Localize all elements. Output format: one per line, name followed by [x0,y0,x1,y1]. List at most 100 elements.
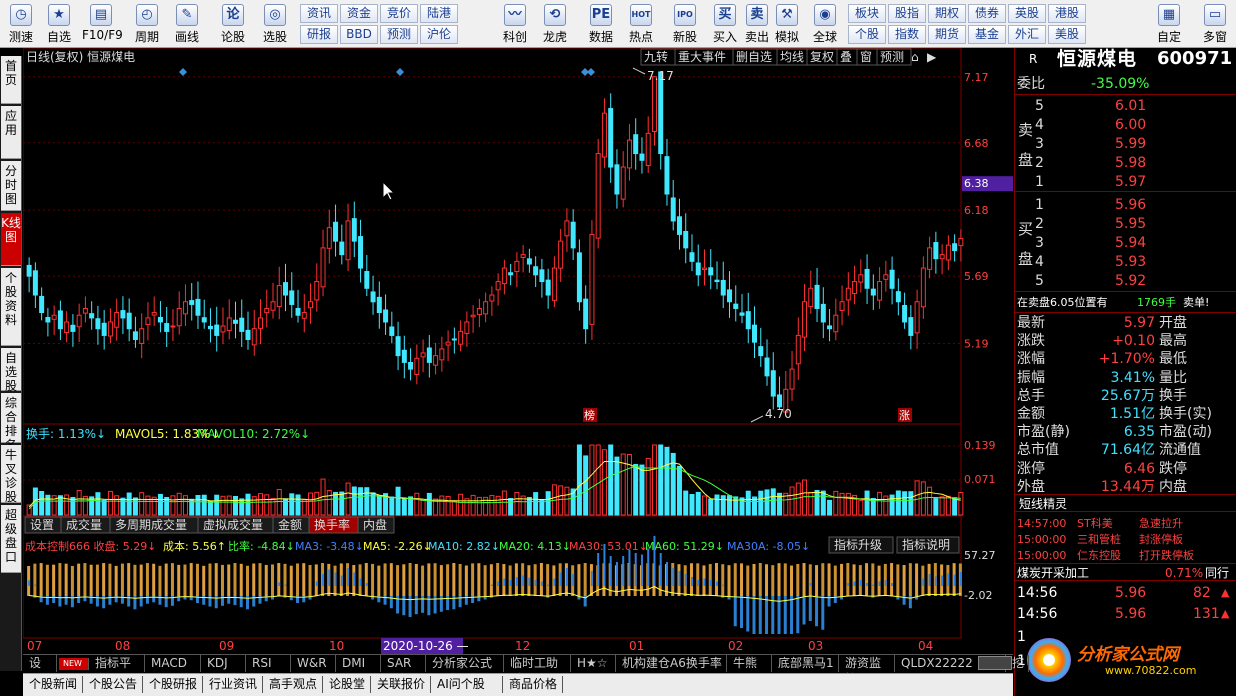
toolbar-btn-3[interactable]: ◴ 周期 [128,2,166,46]
toolbar-btn-9[interactable]: PE 数据 [582,2,620,46]
sell-level-price-3[interactable]: 5.98 [1115,154,1146,172]
leftnav-item-6[interactable]: 综合排名 [1,393,21,452]
toolbar-btn-7[interactable]: 〰科创 [496,2,534,46]
bottom-tab2-7[interactable]: AI问个股 [433,676,503,693]
toolbar-small-top-1[interactable]: 资金 [340,4,378,23]
toolbar-small-top-2[interactable]: 竞价 [380,4,418,23]
toolbar-small-bot-6[interactable]: 期货 [928,25,966,44]
toolbar-small-top-3[interactable]: 陆港 [420,4,458,23]
toolbar-small-bot-2[interactable]: 预测 [380,25,418,44]
bottom-tab-8[interactable]: SAR [383,655,426,672]
toolbar-small-top-9[interactable]: 港股 [1048,4,1086,23]
leftnav-item-3[interactable]: K线图 [1,213,21,266]
leftnav-item-8[interactable]: 超级盘口 [1,505,21,573]
toolbar-btn-10[interactable]: HOT 热点 [622,2,660,46]
bottom-tab-6[interactable]: W&R [293,655,336,672]
chart-topbtn-7[interactable]: 预测 [880,50,904,64]
kline-svg[interactable]: 7.17 6.68 6.38 6.18 5.69 5.19 7.17 4.70 榜 涨 日线(复权)… [22,47,1013,658]
leftnav-item-2[interactable]: 分时图 [1,161,21,211]
bottom-tab2-4[interactable]: 高手观点 [265,676,323,693]
bottom-tab2-2[interactable]: 个股研报 [145,676,203,693]
toolbar-small-bot-1[interactable]: BBD [340,25,378,44]
toolbar-btn-17[interactable]: ▭ 多窗 [1196,2,1234,46]
toolbar-btn-8[interactable]: ⟲ 龙虎 [536,2,574,46]
leftnav-item-1[interactable]: 应用 [1,106,21,159]
toolbar-small-bot-5[interactable]: 指数 [888,25,926,44]
toolbar-small-bot-7[interactable]: 基金 [968,25,1006,44]
leftnav-item-5[interactable]: 自选股 [1,348,21,393]
bottom-tab-5[interactable]: RSI [248,655,291,672]
bottom-tab-2[interactable]: 指标平台 [91,655,145,686]
toolbar-small-bot-9[interactable]: 美股 [1048,25,1086,44]
bottom-tab-3[interactable]: MACD [147,655,201,672]
tag-bang[interactable]: 榜 [584,408,595,422]
bottom-tab-11[interactable]: H★☆ [573,655,616,672]
bottom-tab-1[interactable]: NEW [59,658,89,670]
leftnav-item-4[interactable]: 个股资料 [1,268,21,346]
toolbar-btn-14[interactable]: ⚒ 模拟 [768,2,806,46]
toolbar-small-top-7[interactable]: 债券 [968,4,1006,23]
toolbar-btn-16[interactable]: ▦ 自定 [1150,2,1188,46]
buy-level-price-2[interactable]: 5.94 [1115,234,1146,252]
toolbar-small-top-8[interactable]: 英股 [1008,4,1046,23]
toolbar-btn-0[interactable]: ◷ 测速 [2,2,40,46]
toolbar-btn-4[interactable]: ✎ 画线 [168,2,206,46]
toolbar-small-bot-0[interactable]: 研报 [300,25,338,44]
mid-tab-6[interactable]: 内盘 [363,517,387,532]
toolbar-small-top-6[interactable]: 期权 [928,4,966,23]
bottom-tab-15[interactable]: 游资监控 [841,655,895,686]
ind-btn-1[interactable]: 指标说明 [902,537,950,552]
bottom-tab-10[interactable]: 临时工助手 [506,655,571,686]
toolbar-small-bot-4[interactable]: 个股 [848,25,886,44]
bottom-tab2-1[interactable]: 个股公告 [85,676,143,693]
kline-chart[interactable]: 7.17 6.68 6.38 6.18 5.69 5.19 7.17 4.70 榜 涨 日线(复权)… [22,47,1013,658]
chart-topbtn-4[interactable]: 复权 [810,50,834,64]
sell-level-price-4[interactable]: 5.97 [1115,173,1146,191]
buy-level-price-1[interactable]: 5.95 [1115,215,1146,233]
bottom-scroll-arrows[interactable] [978,656,1012,670]
toolbar-btn-2[interactable]: ▤ F10/F9 [82,2,123,46]
bottom-tab-4[interactable]: KDJ [203,655,246,672]
toolbar-btn-15[interactable]: ◉ 全球 [806,2,844,46]
toolbar-small-bot-8[interactable]: 外汇 [1008,25,1046,44]
sell-level-price-0[interactable]: 6.01 [1115,97,1146,115]
bottom-tab-9[interactable]: 分析家公式网 [428,655,504,686]
event-diamond-0[interactable] [179,68,187,76]
ind-btn-0[interactable]: 指标升级 [834,537,882,552]
chart-topbtn-0[interactable]: 九转 [644,49,668,64]
bottom-tab2-5[interactable]: 论股堂 [325,676,371,693]
toolbar-btn-11[interactable]: IPO 新股 [666,2,704,46]
mid-tab-5[interactable]: 换手率 [314,517,350,532]
leftnav-item-7[interactable]: 牛叉诊股 [1,445,21,504]
sector-btn[interactable]: 同行 [1205,564,1229,582]
mid-tab-3[interactable]: 虚拟成交量 [203,517,263,532]
sell-level-price-2[interactable]: 5.99 [1115,135,1146,153]
toolbar-btn-1[interactable]: ★ 自选 [40,2,78,46]
chart-topbtn-3[interactable]: 均线 [780,50,804,64]
tag-zhang[interactable]: 涨 [899,409,910,422]
bottom-tab-7[interactable]: DMI [338,655,381,672]
bottom-tab-14[interactable]: 底部黑马1 [774,655,839,672]
mid-tab-1[interactable]: 成交量 [66,517,102,532]
mid-tab-4[interactable]: 金额 [278,517,302,532]
event-diamond-1[interactable] [396,68,404,76]
chart-topbtn-1[interactable]: 重大事件 [678,50,726,64]
bottom-tab2-3[interactable]: 行业资讯 [205,676,263,693]
event-diamond-3[interactable] [587,68,595,76]
toolbar-small-top-4[interactable]: 板块 [848,4,886,23]
lock-icon[interactable]: ⌂ [911,50,919,64]
buy-level-price-0[interactable]: 5.96 [1115,196,1146,214]
bottom-tab-12[interactable]: 机构建仓A6换手率 [618,655,727,672]
chart-topbtn-5[interactable]: 叠 [840,50,852,64]
bottom-tab2-6[interactable]: 关联报价 [373,676,431,693]
toolbar-btn-6[interactable]: ◎ 选股 [256,2,294,46]
bottom-tab2-0[interactable]: 个股新闻 [25,676,83,693]
chart-topbtn-6[interactable]: 窗 [860,50,872,64]
toolbar-small-top-5[interactable]: 股指 [888,4,926,23]
buy-level-price-3[interactable]: 5.93 [1115,253,1146,271]
mid-tab-0[interactable]: 设置 [30,518,54,532]
bottom-tab-0[interactable]: 设置 [25,655,57,686]
arrow-right-icon[interactable]: ▶ [927,50,937,64]
toolbar-small-bot-3[interactable]: 沪伦 [420,25,458,44]
buy-level-price-4[interactable]: 5.92 [1115,272,1146,290]
